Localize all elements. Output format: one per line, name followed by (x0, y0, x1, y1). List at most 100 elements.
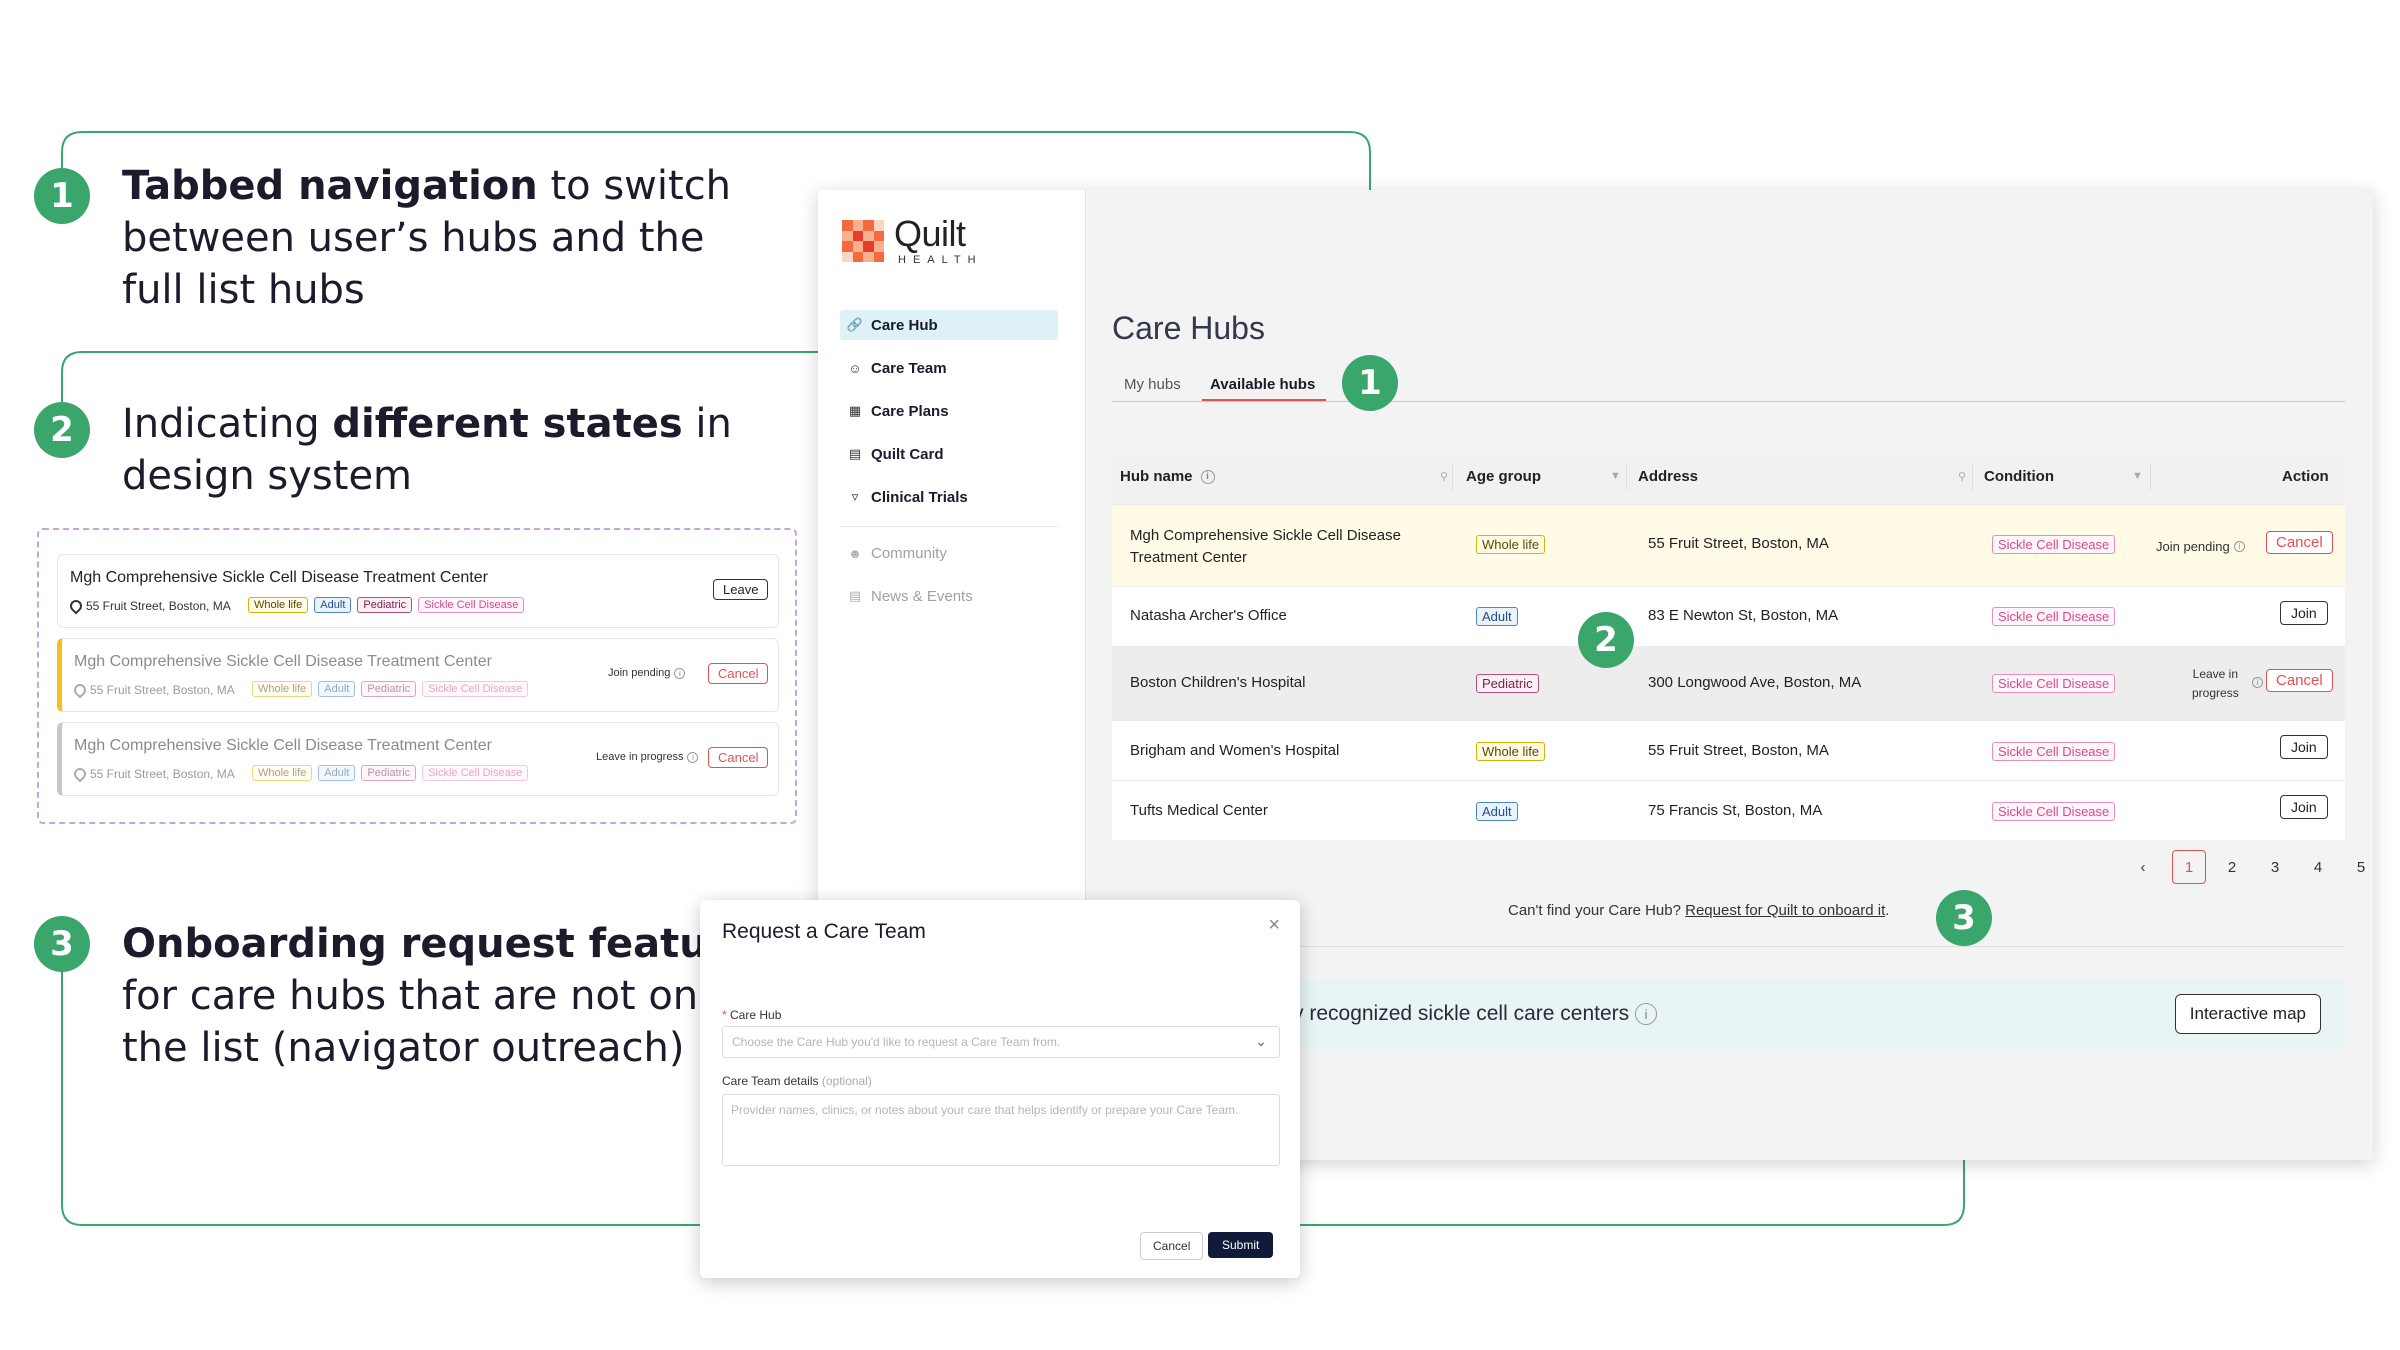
state-card-tags: Whole life Adult Pediatric Sickle Cell D… (252, 681, 529, 697)
annotation-badge-3: 3 (34, 916, 90, 972)
page-button-2[interactable]: 2 (2215, 850, 2249, 884)
join-pending-status: Join pending i (608, 667, 686, 679)
join-button[interactable]: Join (2280, 735, 2328, 759)
age-tag: Whole life (1476, 535, 1546, 554)
table-row[interactable]: Natasha Archer's Office Adult 83 E Newto… (1112, 586, 2345, 646)
page-button-4[interactable]: 4 (2301, 850, 2335, 884)
cancel-leave-button[interactable]: Cancel (708, 747, 769, 768)
page-title: Care Hubs (1112, 310, 1265, 346)
tab-my-hubs[interactable]: My hubs (1124, 376, 1181, 393)
page-button-1[interactable]: 1 (2172, 850, 2206, 884)
hub-name: Brigham and Women's Hospital (1130, 742, 1340, 759)
search-icon[interactable]: ⚲ (1440, 470, 1448, 483)
people-icon: ☺ (848, 360, 862, 376)
location-pin-icon (67, 597, 85, 615)
tag-whole-life: Whole life (252, 681, 313, 697)
tag-sickle-cell: Sickle Cell Disease (418, 597, 525, 613)
hub-name: Mgh Comprehensive Sickle Cell Disease Tre… (1130, 525, 1401, 569)
card-icon: ▤ (848, 446, 862, 461)
age-tag: Adult (1476, 802, 1518, 821)
leave-button[interactable]: Leave (713, 579, 769, 600)
next-page-button[interactable]: › (2387, 850, 2400, 884)
nav-label: Care Hub (871, 316, 938, 334)
cant-find-hub-text: Can't find your Care Hub? Request for Qu… (1508, 902, 1889, 919)
cancel-button[interactable]: Cancel (2266, 669, 2333, 692)
join-button[interactable]: Join (2280, 601, 2328, 625)
annotation-1-bold: Tabbed navigation (122, 163, 538, 209)
prev-page-button[interactable]: ‹ (2126, 850, 2160, 884)
nav-news-events[interactable]: ▤ News & Events (840, 581, 1058, 611)
col-condition[interactable]: Condition (1984, 468, 2054, 485)
care-team-details-textarea[interactable]: Provider names, clinics, or notes about … (722, 1094, 1280, 1166)
request-onboard-link[interactable]: Request for Quilt to onboard it (1685, 902, 1885, 919)
nav-care-hub[interactable]: 🔗 Care Hub (840, 310, 1058, 340)
tab-available-hubs[interactable]: Available hubs (1210, 376, 1315, 393)
annotation-2-bold: different states (332, 401, 683, 447)
cant-find-prefix: Can't find your Care Hub? (1508, 902, 1686, 919)
modal-submit-button[interactable]: Submit (1208, 1232, 1274, 1258)
news-icon: ▤ (848, 588, 862, 603)
nav-community[interactable]: ☻ Community (840, 538, 1058, 568)
nav-label: Clinical Trials (871, 488, 968, 506)
logo-wordmark: Quilt (894, 213, 966, 254)
nav-care-plans[interactable]: ▦ Care Plans (840, 396, 1058, 426)
col-hub-name[interactable]: Hub name i (1120, 468, 1215, 485)
join-button[interactable]: Join (2280, 795, 2328, 819)
hub-name-line: Mgh Comprehensive Sickle Cell Disease (1130, 527, 1401, 544)
page-button-5[interactable]: 5 (2344, 850, 2378, 884)
filter-icon[interactable]: ▼ (1610, 470, 1621, 482)
age-tag: Whole life (1476, 742, 1546, 761)
hub-address: 300 Longwood Ave, Boston, MA (1648, 674, 1862, 691)
annotation-3-bold: Onboarding request feature (122, 921, 755, 967)
col-divider (1972, 464, 1973, 490)
status-text: progress (2192, 686, 2239, 700)
interactive-map-button[interactable]: Interactive map (2174, 994, 2321, 1034)
info-icon: i (1200, 469, 1215, 484)
nav-label: Care Plans (871, 402, 949, 420)
table-row[interactable]: Tufts Medical Center Adult 75 Francis St… (1112, 780, 2345, 840)
table-row[interactable]: Mgh Comprehensive Sickle Cell Disease Tre… (1112, 504, 2345, 586)
nav-label: Care Team (871, 359, 947, 377)
logo-subtitle: HEALTH (898, 254, 983, 266)
condition-tag: Sickle Cell Disease (1992, 802, 2116, 821)
state-card-tags: Whole life Adult Pediatric Sickle Cell D… (252, 765, 529, 781)
search-icon[interactable]: ⚲ (1958, 470, 1966, 483)
col-age-group[interactable]: Age group (1466, 468, 1541, 485)
nav-clinical-trials[interactable]: ▿ Clinical Trials (840, 482, 1058, 512)
cancel-join-button[interactable]: Cancel (708, 663, 769, 684)
nav-quilt-card[interactable]: ▤ Quilt Card (840, 439, 1058, 469)
banner-text: ally recognized sickle cell care centers… (1272, 1002, 1657, 1026)
nav-care-team[interactable]: ☺ Care Team (840, 353, 1058, 383)
condition-tag: Sickle Cell Disease (1992, 535, 2116, 554)
table-row[interactable]: Boston Children's Hospital Pediatric 300… (1112, 646, 2345, 720)
page-button-3[interactable]: 3 (2258, 850, 2292, 884)
location-pin-icon (71, 681, 89, 699)
close-icon[interactable]: × (1268, 914, 1280, 937)
annotation-1: Tabbed navigation to switch between user… (122, 160, 731, 316)
state-card-address: 55 Fruit Street, Boston, MA (71, 765, 235, 783)
nav-label: Quilt Card (871, 445, 944, 463)
info-icon: i (2233, 541, 2245, 552)
col-action: Action (2282, 468, 2329, 485)
annotation-badge-1: 1 (34, 168, 90, 224)
annotation-3-line3: the list (navigator outreach) (122, 1025, 685, 1071)
filter-icon[interactable]: ▼ (2132, 470, 2143, 482)
state-card-address-text: 55 Fruit Street, Boston, MA (90, 767, 235, 781)
status-text: Join pending (2156, 539, 2230, 554)
table-row[interactable]: Brigham and Women's Hospital Whole life … (1112, 720, 2345, 780)
modal-cancel-button[interactable]: Cancel (1140, 1232, 1204, 1260)
annotation-1-line2: between user’s hubs and the (122, 215, 705, 261)
cancel-button[interactable]: Cancel (2266, 531, 2333, 554)
info-icon: i (687, 751, 699, 763)
tag-adult: Adult (318, 765, 356, 781)
col-address[interactable]: Address (1638, 468, 1698, 485)
tag-pediatric: Pediatric (361, 681, 417, 697)
details-label: Care Team details (optional) (722, 1074, 872, 1088)
community-icon: ☻ (848, 545, 862, 561)
quilt-health-logo: Quilt HEALTH (842, 216, 983, 266)
hub-name-line: Treatment Center (1130, 549, 1247, 566)
hub-address: 55 Fruit Street, Boston, MA (1648, 535, 1829, 552)
col-divider (1626, 464, 1627, 490)
condition-tag: Sickle Cell Disease (1992, 742, 2116, 761)
care-hub-select[interactable]: Choose the Care Hub you'd like to reques… (722, 1026, 1280, 1058)
